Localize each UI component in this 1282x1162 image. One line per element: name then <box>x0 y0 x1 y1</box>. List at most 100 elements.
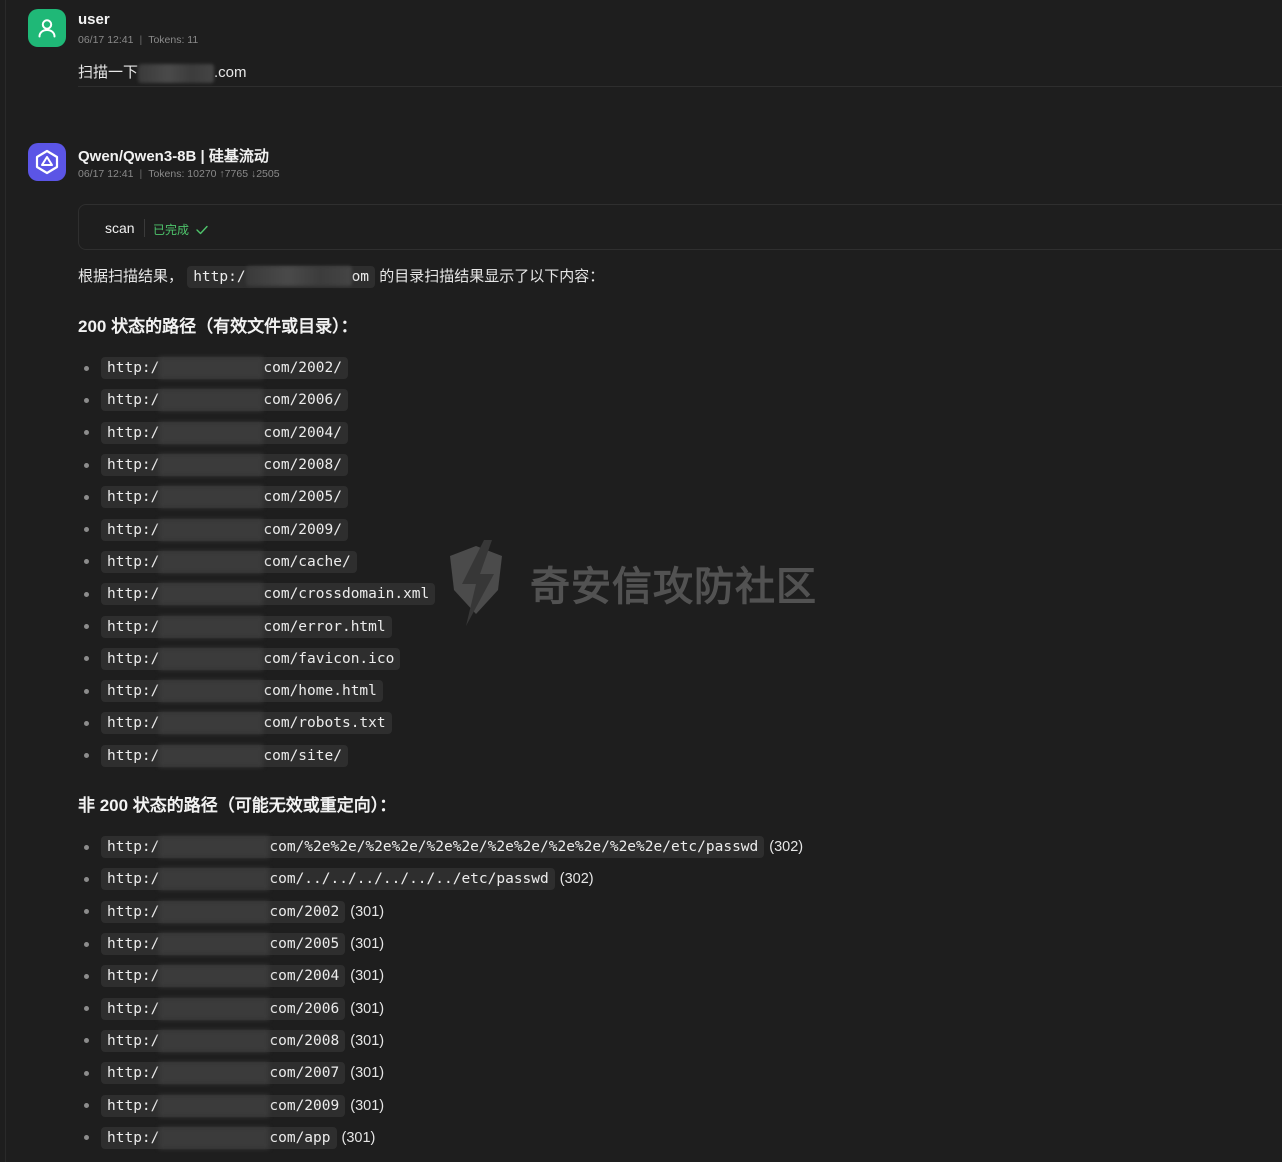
list-item: http:/ com/2006 (301) <box>84 992 803 1024</box>
user-icon <box>38 19 56 38</box>
path-text: com/2008 <box>269 1032 340 1049</box>
redacted-domain <box>159 868 270 891</box>
path-code: http:/ com/2008 <box>101 1029 346 1052</box>
redacted-domain <box>159 965 270 988</box>
path-prefix: http:/ <box>107 903 160 920</box>
redacted-domain <box>159 583 264 606</box>
list-item: http:/ com/app (301) <box>84 1122 803 1154</box>
path-text: com/2009/ <box>263 521 342 538</box>
bullet <box>84 753 89 759</box>
bot-avatar <box>28 143 66 181</box>
path-text: com/2008/ <box>263 457 342 474</box>
list-item: http:/ com/2005 (301) <box>84 928 803 960</box>
list-item: http:/ com/2008 (301) <box>84 1025 803 1057</box>
redacted-domain <box>159 421 264 444</box>
list-item: http:/ com/favicon.ico <box>84 643 435 675</box>
intro-url-end: om <box>351 269 370 285</box>
left-rail <box>5 0 6 1162</box>
list-item: http:/ com/2006/ <box>84 384 435 416</box>
redacted-domain <box>159 1126 270 1149</box>
bullet <box>84 527 89 533</box>
path-code: http:/ com/2009/ <box>101 518 348 541</box>
path-code: http:/ com/cache/ <box>101 550 357 573</box>
path-text: com/2005/ <box>263 489 342 506</box>
path-prefix: http:/ <box>107 839 160 856</box>
bullet <box>84 941 89 947</box>
bullet <box>84 462 89 468</box>
list-item: http:/ com/2002/ <box>84 352 435 384</box>
path-prefix: http:/ <box>107 968 160 985</box>
bullet <box>84 1006 89 1012</box>
check-icon <box>196 225 209 235</box>
watermark: 奇安信攻防社区 <box>440 538 817 628</box>
path-text: com/2002/ <box>263 360 342 377</box>
bullet <box>84 494 89 500</box>
chat-page: user 06/17 12:41 | Tokens: 11 扫描一下 .com Qwe… <box>0 0 1282 1162</box>
path-text: com/error.html <box>263 618 386 635</box>
list-item: http:/ com/2004 (301) <box>84 960 803 992</box>
intro-url-start: http:/ <box>193 269 246 285</box>
status-code: (301) <box>350 903 385 920</box>
list-item: http:/ com/2008/ <box>84 449 435 481</box>
path-prefix: http:/ <box>107 1000 160 1017</box>
status-code: (302) <box>559 871 594 888</box>
bot-date: 06/17 12:41 <box>78 168 134 180</box>
tool-name: scan <box>105 220 135 236</box>
list-item: http:/ com/site/ <box>84 740 435 772</box>
path-prefix: http:/ <box>107 618 160 635</box>
path-text: com/cache/ <box>263 553 351 570</box>
list-item: http:/ com/../../../../../../etc/passwd (3… <box>84 863 803 895</box>
watermark-text: 奇安信攻防社区 <box>530 565 817 609</box>
redacted-domain <box>159 1062 270 1085</box>
redacted-domain <box>159 647 264 670</box>
path-prefix: http:/ <box>107 650 160 667</box>
redacted-domain <box>159 615 264 638</box>
path-code: http:/ com/crossdomain.xml <box>101 583 436 606</box>
bullet <box>84 909 89 915</box>
redacted-domain <box>159 1029 270 1052</box>
path-prefix: http:/ <box>107 1065 160 1082</box>
tool-call-card[interactable]: scan 已完成 <box>78 204 1282 250</box>
section-200-title: 200 状态的路径（有效文件或目录）： <box>78 317 358 336</box>
path-code: http:/ com/home.html <box>101 680 383 703</box>
status-code: (301) <box>350 968 385 985</box>
status-code: (301) <box>350 1000 385 1017</box>
redacted-domain <box>159 712 264 735</box>
bullet <box>84 1135 89 1141</box>
list-non200: http:/ com/%2e%2e/%2e%2e/%2e%2e/%2e%2e/%2… <box>84 831 803 1154</box>
redacted-domain <box>245 266 352 286</box>
list-item: http:/ com/home.html <box>84 675 435 707</box>
path-code: http:/ com/app <box>101 1126 337 1149</box>
lightning-shield-icon <box>450 540 502 626</box>
path-prefix: http:/ <box>107 747 160 764</box>
user-name: user <box>78 11 110 28</box>
path-text: com/robots.txt <box>263 715 386 732</box>
list-item: http:/ com/2002 (301) <box>84 896 803 928</box>
list-item: http:/ com/2007 (301) <box>84 1057 803 1089</box>
bullet <box>84 973 89 979</box>
path-text: com/2004 <box>269 968 340 985</box>
list-item: http:/ com/2009 (301) <box>84 1089 803 1121</box>
redacted-domain <box>159 836 270 859</box>
status-code: (301) <box>350 1097 385 1114</box>
path-prefix: http:/ <box>107 1129 160 1146</box>
path-text: com/2005 <box>269 936 340 953</box>
path-text: com/../../../../../../etc/passwd <box>269 871 549 888</box>
list-item: http:/ com/crossdomain.xml <box>84 578 436 610</box>
path-prefix: http:/ <box>107 871 160 888</box>
path-code: http:/ com/2006 <box>101 997 346 1020</box>
list-item: http:/ com/cache/ <box>84 546 435 578</box>
path-prefix: http:/ <box>107 683 160 700</box>
bullet <box>84 365 89 371</box>
list-item: http:/ com/2009/ <box>84 513 435 545</box>
bullet <box>84 624 89 630</box>
path-prefix: http:/ <box>107 553 160 570</box>
path-prefix: http:/ <box>107 392 160 409</box>
redacted-domain <box>159 357 264 380</box>
list-item: http:/ com/%2e%2e/%2e%2e/%2e%2e/%2e%2e/%2… <box>84 831 803 863</box>
path-prefix: http:/ <box>107 1097 160 1114</box>
tool-status: 已完成 <box>153 221 209 238</box>
user-date: 06/17 12:41 <box>78 34 134 46</box>
path-text: com/crossdomain.xml <box>263 586 430 603</box>
bullet <box>84 720 89 726</box>
